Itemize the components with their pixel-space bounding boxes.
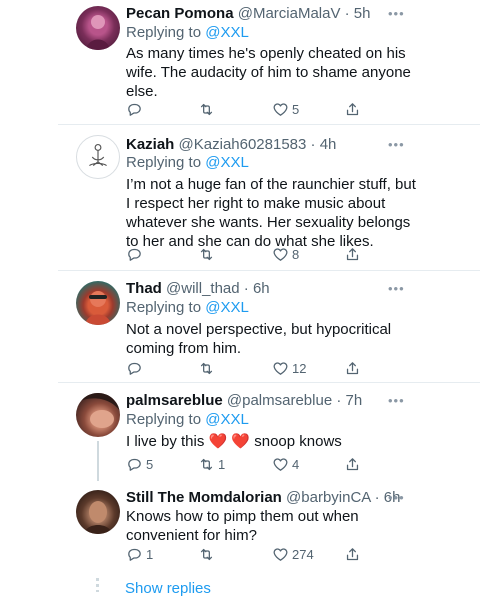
reply-button[interactable]: 1 [126,544,153,564]
action-bar: 5 [126,99,426,119]
more-options-icon[interactable]: ••• [388,6,405,21]
reply-icon [128,458,141,471]
like-button[interactable]: 5 [272,99,299,119]
handle-timestamp: @will_thad · 6h [166,280,270,297]
retweet-button[interactable] [198,244,218,264]
more-options-icon[interactable]: ••• [388,490,405,505]
tweet[interactable]: palmsareblue @palmsareblue · 7h ••• Repl… [0,383,480,481]
display-name[interactable]: Thad [126,280,162,297]
share-icon [346,361,359,374]
display-name[interactable]: Pecan Pomona [126,5,234,22]
reply-button[interactable]: 5 [126,454,153,474]
tweet-text: Not a novel perspective, but hypocritica… [126,321,392,357]
replying-to-link[interactable]: @XXL [205,154,249,171]
retweet-icon [200,103,213,115]
action-bar: 1 274 [126,544,426,564]
tweet[interactable]: Pecan Pomona @MarciaMalaV · 5h ••• Reply… [0,0,480,120]
reply-button[interactable] [126,358,146,378]
action-bar: 12 [126,358,426,378]
display-name[interactable]: Kaziah [126,136,174,153]
replying-to-link[interactable]: @XXL [205,24,249,41]
retweet-button[interactable]: 1 [198,454,225,474]
replying-to-link[interactable]: @XXL [205,299,249,316]
replying-to: Replying to @XXL [126,411,249,428]
share-icon [346,247,359,260]
heart-icon [273,247,288,261]
share-button[interactable] [344,99,361,119]
retweet-button[interactable] [198,544,218,564]
replying-to-link[interactable]: @XXL [205,411,249,428]
like-button[interactable]: 4 [272,454,299,474]
more-options-icon[interactable]: ••• [388,393,405,408]
handle-timestamp: @Kaziah60281583 · 4h [178,136,337,153]
heart-icon [273,361,288,375]
avatar[interactable] [76,393,120,437]
reply-button[interactable] [126,244,146,264]
tweet-text: As many times he's openly cheated on his… [126,45,411,100]
share-button[interactable] [344,244,361,264]
share-button[interactable] [344,454,361,474]
like-button[interactable]: 8 [272,244,299,264]
tweet[interactable]: Kaziah @Kaziah60281583 · 4h ••• Replying… [0,125,480,270]
replying-to: Replying to @XXL [126,299,249,316]
display-name[interactable]: palmsareblue [126,392,223,409]
avatar[interactable] [76,490,120,534]
retweet-icon [200,548,213,560]
tweet-text: I live by this ❤️ ❤️ snoop knows [126,433,342,450]
heart-icon [273,102,288,116]
handle-timestamp: @barbyinCA · 6h [286,489,401,506]
share-button[interactable] [344,544,361,564]
retweet-icon [200,248,213,260]
like-button[interactable]: 12 [272,358,306,378]
replying-to: Replying to @XXL [126,154,249,171]
like-button[interactable]: 274 [272,544,314,564]
avatar[interactable] [76,6,120,50]
display-name[interactable]: Still The Momdalorian [126,489,282,506]
replying-to: Replying to @XXL [126,24,249,41]
tweet-text: Knows how to pimp them out when convenie… [126,508,359,544]
reply-icon [128,548,141,561]
tweet-text: I’m not a huge fan of the raunchier stuf… [126,176,416,250]
retweet-button[interactable] [198,99,218,119]
share-icon [346,457,359,470]
reply-icon [128,362,141,375]
thread-line [97,441,99,481]
thread-dots [96,578,99,592]
retweet-icon [200,362,213,374]
heart-emoji: ❤️ ❤️ [208,433,251,450]
share-icon [346,102,359,115]
avatar[interactable] [76,281,120,325]
share-button[interactable] [344,358,361,378]
tweet[interactable]: Still The Momdalorian @barbyinCA · 6h ••… [0,482,480,572]
reply-icon [128,248,141,261]
handle-timestamp: @palmsareblue · 7h [226,392,363,409]
show-replies-link[interactable]: Show replies [125,580,211,597]
more-options-icon[interactable]: ••• [388,281,405,296]
heart-icon [273,547,288,561]
reply-button[interactable] [126,99,146,119]
reply-icon [128,103,141,116]
action-bar: 5 1 4 [126,454,426,474]
retweet-button[interactable] [198,358,218,378]
handle-timestamp: @MarciaMalaV · 5h [237,5,371,22]
more-options-icon[interactable]: ••• [388,137,405,152]
avatar[interactable] [76,135,120,179]
retweet-icon [200,458,213,470]
tweet[interactable]: Thad @will_thad · 6h ••• Replying to @XX… [0,271,480,381]
heart-icon [273,457,288,471]
action-bar: 8 [126,244,426,264]
share-icon [346,547,359,560]
